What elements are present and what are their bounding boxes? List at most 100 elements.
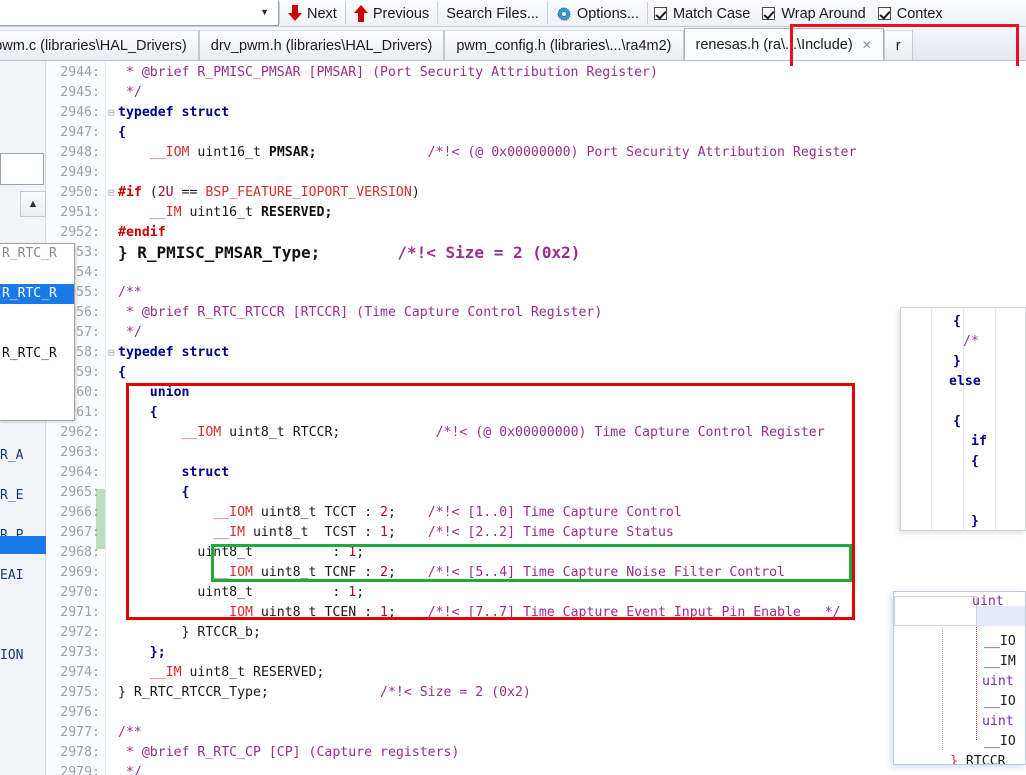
code-token: } <box>118 243 138 262</box>
code-token: } <box>950 754 966 765</box>
code-token: uint8_t TCEN : <box>252 605 381 620</box>
code-line-text: { <box>118 123 126 143</box>
symbol-list-item[interactable] <box>0 364 74 384</box>
code-line: 2948: __IOM uint16_t PMSAR; /*!< (@ 0x00… <box>0 143 1026 163</box>
symbol-list-popup[interactable]: R_RTC_R R_RTC_R R_RTC_R <box>0 243 75 421</box>
symbol-list-item[interactable] <box>0 304 74 324</box>
editor-tab[interactable]: pwm_config.h (libraries\...\ra4m2) <box>444 30 684 60</box>
code-line: 2968: uint8_t : 1; <box>0 543 1026 563</box>
code-token: { <box>953 414 961 429</box>
code-token: uint8_t <box>181 665 253 680</box>
line-number: 2967: <box>60 525 100 540</box>
code-line: 2960: union <box>0 383 1026 403</box>
code-token: if <box>971 434 987 449</box>
fold-marker-icon[interactable]: ⊟ <box>108 103 116 123</box>
options-button-label: Options... <box>576 5 639 22</box>
code-token: * @brief R_RTC_CP [CP] (Capture register… <box>118 745 460 760</box>
code-token: BSP_FEATURE_IOPORT_VERSION <box>205 185 412 200</box>
code-preview-panel-upper[interactable]: {/*}else{if{}els{ <box>900 307 1026 531</box>
editor-tab[interactable]: drv_pwm.c (libraries\HAL_Drivers) <box>0 30 199 60</box>
code-token: /*!< [5..4] Time Capture Noise Filter Co… <box>427 565 785 580</box>
editor-tab[interactable]: r <box>883 30 913 60</box>
code-line-text: { <box>118 363 126 383</box>
line-number: 2945: <box>60 85 100 100</box>
indent-guide <box>931 308 932 530</box>
fold-marker-icon[interactable]: ⊟ <box>108 343 116 363</box>
code-line: 2956: * @brief R_RTC_RTCCR [RTCCR] (Time… <box>0 303 1026 323</box>
code-token: uint8_t TCST : <box>245 525 381 540</box>
search-files-button-label: Search Files... <box>446 5 539 22</box>
code-token: else <box>949 374 981 389</box>
code-editor[interactable]: ▲ OPOR_AR_ER_PEAIION 2944: * @brief R_PM… <box>0 61 1026 775</box>
code-line: 2952: #endif <box>0 223 1026 243</box>
code-token: /*!< [2..2] Time Capture Status <box>427 525 674 540</box>
checkbox-checked-icon <box>653 7 667 20</box>
next-button[interactable]: Next <box>280 0 345 27</box>
search-files-button[interactable]: Search Files... <box>438 0 547 27</box>
code-token: __IM <box>149 665 182 680</box>
code-token: */ <box>118 765 142 775</box>
code-preview-panel-lower[interactable]: uint__IO__IMuint__IOuint__IO} RTCCR_}; <box>893 591 1026 765</box>
preview-code-line: { <box>953 312 961 332</box>
symbol-list-item[interactable] <box>0 264 74 284</box>
code-token: uint8_t TCCT : <box>252 505 381 520</box>
code-line-text: } RTCCR_b; <box>118 623 261 643</box>
preview-code-line: if <box>971 432 987 452</box>
code-line-text: __IM uint8_t RESERVED; <box>118 663 325 683</box>
line-number: 2970: <box>60 585 100 600</box>
code-token: PMSAR; <box>268 145 317 160</box>
symbol-list-item[interactable]: R_RTC_R <box>0 244 74 264</box>
line-number: 2973: <box>60 645 100 660</box>
line-number: 2968: <box>60 545 100 560</box>
line-number: 2975: <box>60 685 100 700</box>
match-case-checkbox[interactable]: Match Case <box>648 0 756 27</box>
code-token: 1 <box>348 585 357 600</box>
chevron-down-icon[interactable]: ▼ <box>260 8 278 17</box>
search-input[interactable]: ▼ <box>0 0 279 26</box>
wrap-around-checkbox[interactable]: Wrap Around <box>756 0 871 27</box>
code-line-text: struct <box>118 463 230 483</box>
code-token: { <box>118 405 158 420</box>
symbol-list-item[interactable]: R_RTC_R <box>0 344 74 364</box>
symbol-list-item[interactable] <box>0 324 74 344</box>
code-line: 2955:/** <box>0 283 1026 303</box>
preview-code-line: /* <box>963 332 979 352</box>
line-number: 2944: <box>60 65 100 80</box>
code-line-text: __IM uint16_t RESERVED; <box>118 203 333 223</box>
editor-tab[interactable]: drv_pwm.h (libraries\HAL_Drivers) <box>198 30 445 60</box>
code-token: #endif <box>118 225 166 240</box>
close-icon[interactable]: ✕ <box>862 38 872 52</box>
code-line-text: */ <box>118 763 142 775</box>
code-line-text: __IOM uint8_t TCCT : 2; /*!< [1..0] Time… <box>118 503 682 523</box>
options-button[interactable]: Options... <box>548 0 647 27</box>
preview-code-line: } <box>971 512 979 530</box>
code-line-text: * @brief R_RTC_CP [CP] (Capture register… <box>118 743 459 763</box>
previous-button[interactable]: Previous <box>346 0 437 27</box>
code-token: } <box>953 354 961 369</box>
code-token: { <box>953 314 961 329</box>
code-token: 1 <box>380 525 388 540</box>
preview-code-line: uint <box>982 672 1014 692</box>
code-token: { <box>118 485 190 500</box>
code-line-text: __IOM uint8_t TCNF : 2; /*!< [5..4] Time… <box>118 563 785 583</box>
symbol-list-item[interactable]: R_RTC_R <box>0 284 74 304</box>
context-checkbox[interactable]: Contex <box>872 0 949 27</box>
code-line-text: { <box>118 483 190 503</box>
fold-marker-icon[interactable]: ⊟ <box>108 183 116 203</box>
code-line-text: uint8_t : 1; <box>118 543 364 563</box>
symbol-list-item[interactable] <box>0 384 74 404</box>
code-token: /* <box>963 334 979 349</box>
editor-tab[interactable]: renesas.h (ra\...\Include) ✕ <box>683 28 884 60</box>
code-token: ; <box>387 505 396 520</box>
code-line-text: typedef struct <box>118 343 229 363</box>
code-token: __IO <box>984 634 1016 649</box>
code-token: RTCCR_ <box>965 754 1014 765</box>
code-line-text: #if (2U == BSP_FEATURE_IOPORT_VERSION) <box>118 183 420 203</box>
